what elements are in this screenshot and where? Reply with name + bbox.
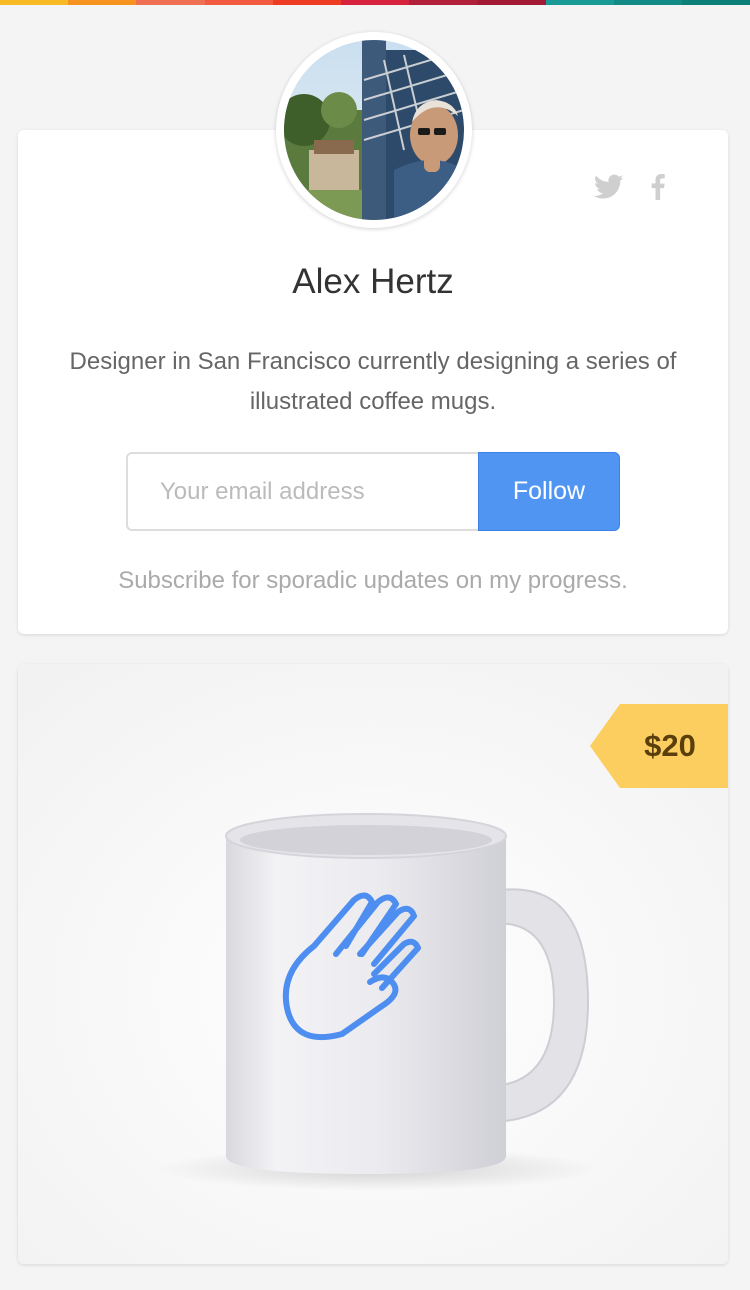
- profile-name: Alex Hertz: [292, 262, 454, 301]
- stripe-segment: [613, 0, 682, 5]
- stripe-segment: [68, 0, 137, 5]
- stripe-segment: [477, 0, 546, 5]
- stripe-segment: [681, 0, 750, 5]
- stripe-segment: [0, 0, 69, 5]
- stripe-segment: [340, 0, 410, 5]
- price-label: $20: [644, 728, 696, 763]
- avatar-photo: [284, 40, 464, 220]
- subscribe-note: Subscribe for sporadic updates on my pro…: [118, 567, 628, 594]
- facebook-icon[interactable]: [650, 174, 666, 205]
- twitter-icon[interactable]: [593, 174, 624, 205]
- stripe-segment: [136, 0, 205, 5]
- product-card[interactable]: $20: [18, 664, 728, 1264]
- top-color-stripe: [0, 0, 750, 5]
- stripe-segment: [204, 0, 273, 5]
- email-input[interactable]: [126, 452, 478, 531]
- profile-bio: Designer in San Francisco currently desi…: [69, 348, 677, 415]
- avatar[interactable]: [276, 32, 472, 228]
- stripe-segment: [409, 0, 478, 5]
- stripe-segment: [545, 0, 614, 5]
- stripe-segment: [272, 0, 341, 5]
- price-tag: $20: [590, 704, 728, 788]
- subscribe-form: Follow: [126, 452, 620, 532]
- follow-button[interactable]: Follow: [478, 452, 620, 531]
